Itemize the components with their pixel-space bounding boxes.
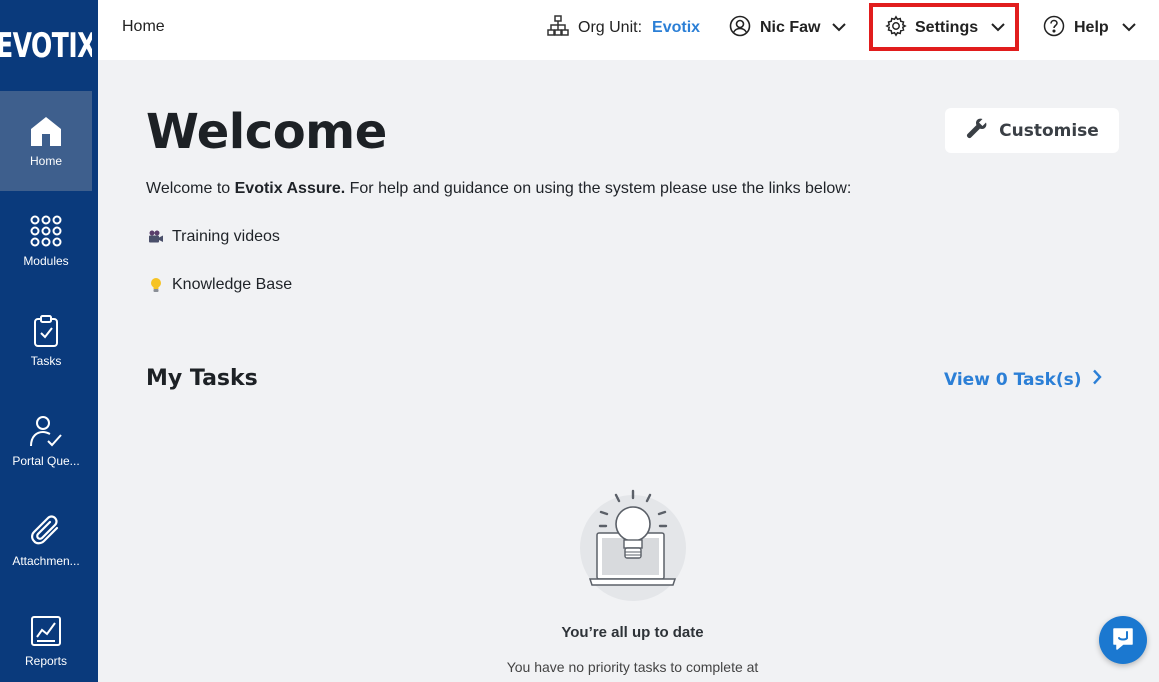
knowledge-base-label: Knowledge Base bbox=[172, 276, 293, 293]
empty-state-text: You have no priority tasks to complete a… bbox=[506, 659, 759, 675]
chevron-right-icon bbox=[1082, 369, 1102, 390]
sidebar-item-modules[interactable]: Modules bbox=[0, 191, 92, 291]
sidebar-item-tasks[interactable]: Tasks bbox=[0, 291, 92, 391]
question-circle-icon bbox=[1043, 15, 1065, 42]
settings-menu[interactable]: Settings bbox=[885, 0, 1005, 56]
intro-text: Welcome to Evotix Assure. For help and g… bbox=[146, 180, 851, 198]
view-tasks-link[interactable]: View 0 Task(s) bbox=[944, 369, 1102, 390]
sidebar-item-portal-queue[interactable]: Portal Que... bbox=[0, 391, 92, 491]
user-name: Nic Faw bbox=[760, 19, 821, 36]
customise-button[interactable]: Customise bbox=[945, 108, 1119, 153]
org-unit-value[interactable]: Evotix bbox=[652, 19, 700, 37]
org-unit-label: Org Unit: bbox=[578, 19, 643, 36]
knowledge-base-link[interactable]: Knowledge Base bbox=[146, 276, 292, 294]
chevron-down-icon bbox=[832, 19, 847, 37]
sidebar-item-home[interactable]: Home bbox=[0, 91, 92, 191]
sidebar-item-attachments[interactable]: Attachmen... bbox=[0, 491, 92, 591]
chat-support-button[interactable] bbox=[1099, 616, 1147, 664]
customise-label: Customise bbox=[999, 120, 1099, 141]
help-label: Help bbox=[1074, 19, 1109, 36]
breadcrumb[interactable]: Home bbox=[122, 18, 165, 36]
user-menu[interactable]: Nic Faw bbox=[729, 0, 847, 56]
gear-icon bbox=[885, 14, 907, 42]
paperclip-icon bbox=[29, 514, 63, 548]
settings-label: Settings bbox=[915, 19, 979, 36]
user-check-icon bbox=[29, 414, 63, 448]
grid-dots-icon bbox=[29, 214, 63, 248]
sidebar-item-label: Tasks bbox=[30, 354, 62, 368]
home-icon bbox=[29, 114, 63, 148]
training-videos-link[interactable]: Training videos bbox=[146, 228, 280, 246]
sidebar-item-label: Home bbox=[29, 154, 62, 168]
chevron-down-icon bbox=[991, 19, 1005, 37]
view-tasks-label: View 0 Task(s) bbox=[944, 369, 1082, 390]
chat-bubble-icon bbox=[1110, 625, 1136, 655]
help-menu[interactable]: Help bbox=[1043, 0, 1136, 56]
wrench-icon bbox=[965, 116, 999, 145]
page-title: Welcome bbox=[146, 104, 387, 160]
user-circle-icon bbox=[729, 15, 751, 42]
sidebar-item-label: Attachmen... bbox=[12, 554, 80, 568]
empty-state-title: You’re all up to date bbox=[561, 624, 704, 641]
org-chart-icon bbox=[547, 14, 569, 42]
intro-suffix: For help and guidance on using the syste… bbox=[345, 180, 852, 197]
training-videos-label: Training videos bbox=[172, 228, 280, 245]
sidebar-item-label: Modules bbox=[23, 254, 69, 268]
intro-prefix: Welcome to bbox=[146, 180, 235, 197]
laptop-lightbulb-illustration bbox=[579, 486, 689, 606]
sidebar-item-label: Portal Que... bbox=[12, 454, 80, 468]
product-name: Evotix Assure. bbox=[234, 180, 346, 197]
sidebar-edge bbox=[92, 0, 98, 682]
sidebar: EVOTIX Home Modules Tasks Portal Que... … bbox=[0, 0, 96, 682]
my-tasks-heading: My Tasks bbox=[146, 366, 258, 391]
org-unit-selector[interactable]: Org Unit: Evotix bbox=[547, 0, 700, 56]
lightbulb-icon bbox=[146, 277, 166, 293]
movie-camera-icon bbox=[146, 230, 166, 244]
chevron-down-icon bbox=[1121, 19, 1136, 37]
clipboard-check-icon bbox=[29, 314, 63, 348]
